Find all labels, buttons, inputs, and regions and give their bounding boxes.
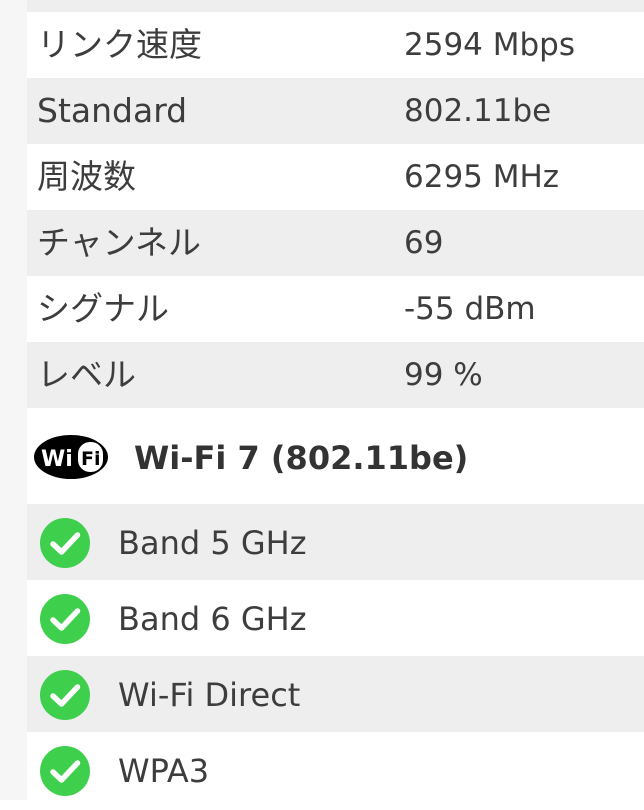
info-value: -55 dBm: [404, 291, 536, 327]
wifi-logo-text-left: Wi: [41, 447, 73, 472]
info-row-channel: チャンネル 69: [27, 210, 644, 276]
info-row-standard: Standard 802.11be: [27, 78, 644, 144]
info-label: レベル: [37, 355, 136, 394]
check-circle-icon: [40, 594, 90, 644]
wifi-details-panel: リンク速度 2594 Mbps Standard 802.11be 周波数 62…: [27, 0, 644, 800]
check-circle-icon: [40, 670, 90, 720]
previous-row-edge: [27, 0, 644, 12]
info-value: 99 %: [404, 357, 483, 393]
info-value: 802.11be: [404, 93, 552, 129]
feature-label: Band 5 GHz: [118, 524, 307, 562]
info-value: 69: [404, 225, 444, 261]
feature-row-wifi-direct: Wi-Fi Direct: [27, 656, 644, 732]
feature-label: Band 6 GHz: [118, 600, 307, 638]
feature-row-band-5ghz: Band 5 GHz: [27, 504, 644, 580]
feature-row-wpa3: WPA3: [27, 732, 644, 800]
info-row-level: レベル 99 %: [27, 342, 644, 408]
feature-label: Wi-Fi Direct: [118, 676, 301, 714]
check-circle-icon: [40, 518, 90, 568]
info-label: 周波数: [37, 157, 136, 196]
info-label: チャンネル: [37, 223, 202, 262]
info-row-link-speed: リンク速度 2594 Mbps: [27, 12, 644, 78]
info-row-signal: シグナル -55 dBm: [27, 276, 644, 342]
app-screen: リンク速度 2594 Mbps Standard 802.11be 周波数 62…: [0, 0, 644, 800]
info-row-frequency: 周波数 6295 MHz: [27, 144, 644, 210]
info-label: Standard: [37, 91, 188, 130]
check-circle-icon: [40, 746, 90, 796]
wifi-logo-text-right: Fi: [81, 448, 101, 470]
info-label: リンク速度: [37, 25, 202, 64]
wifi-standard-header: Wi Fi Wi-Fi 7 (802.11be): [27, 412, 644, 504]
feature-row-band-6ghz: Band 6 GHz: [27, 580, 644, 656]
info-value: 2594 Mbps: [404, 27, 575, 63]
wifi-standard-title: Wi-Fi 7 (802.11be): [134, 439, 469, 477]
feature-label: WPA3: [118, 752, 210, 790]
info-label: シグナル: [37, 289, 169, 328]
wifi-logo-icon: Wi Fi: [34, 435, 108, 479]
info-value: 6295 MHz: [404, 159, 560, 195]
